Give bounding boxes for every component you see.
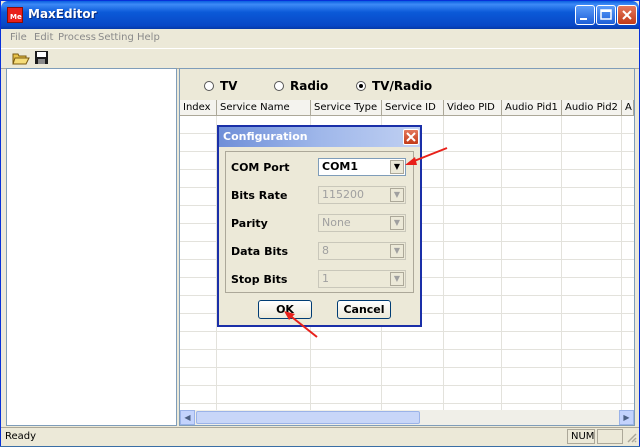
- grid-column-line: [561, 116, 562, 410]
- main-window: Me MaxEditor File Edit Process Setting H…: [0, 0, 640, 446]
- status-text: Ready: [5, 431, 37, 442]
- close-button[interactable]: [617, 5, 637, 25]
- window-title: MaxEditor: [28, 7, 97, 21]
- status-panel-empty: [597, 429, 623, 444]
- data-bits-select[interactable]: 8 ▼: [318, 242, 406, 260]
- maximize-button[interactable]: [596, 5, 616, 25]
- menu-bar: File Edit Process Setting Help: [1, 30, 639, 47]
- grid-header: Index Service Name Service Type Service …: [180, 100, 634, 116]
- channel-filter-group: TV Radio TV/Radio: [180, 69, 634, 100]
- parity-select[interactable]: None ▼: [318, 214, 406, 232]
- chevron-down-icon[interactable]: ▼: [390, 160, 404, 174]
- column-header-service-type[interactable]: Service Type: [311, 100, 382, 116]
- grid-column-line: [501, 116, 502, 410]
- open-folder-icon: [12, 53, 30, 65]
- chevron-down-icon[interactable]: ▼: [390, 272, 404, 286]
- radio-tv-radio-label: TV/Radio: [372, 79, 433, 93]
- grid-column-line: [443, 116, 444, 410]
- column-header-audio-pid2[interactable]: Audio Pid2: [562, 100, 622, 116]
- close-icon: [622, 10, 632, 20]
- radio-tv-radio-indicator: [356, 81, 366, 91]
- close-icon: [406, 132, 416, 142]
- radio-tv-radio[interactable]: TV/Radio: [356, 79, 432, 93]
- minimize-icon: [580, 18, 587, 20]
- menu-process[interactable]: Process: [58, 32, 96, 43]
- menu-file[interactable]: File: [10, 32, 27, 43]
- column-header-index[interactable]: Index: [180, 100, 217, 116]
- menu-help[interactable]: Help: [137, 32, 160, 43]
- ok-button[interactable]: OK: [258, 300, 312, 319]
- save-button[interactable]: [33, 50, 51, 66]
- minimize-button[interactable]: [575, 5, 595, 25]
- column-header-service-name[interactable]: Service Name: [217, 100, 311, 116]
- column-header-service-id[interactable]: Service ID: [382, 100, 444, 116]
- app-icon: Me: [7, 7, 23, 23]
- configuration-dialog: Configuration COM Port COM1 ▼ Bits Rate …: [217, 125, 422, 327]
- bits-rate-value: 115200: [322, 188, 364, 201]
- menu-setting[interactable]: Setting: [98, 32, 134, 43]
- column-header-audio-pid1[interactable]: Audio Pid1: [502, 100, 562, 116]
- title-bar[interactable]: Me MaxEditor: [1, 1, 639, 29]
- status-bar: Ready NUM: [1, 427, 639, 446]
- chevron-down-icon[interactable]: ▼: [390, 244, 404, 258]
- radio-tv[interactable]: TV: [204, 79, 237, 93]
- service-tree-pane[interactable]: [6, 68, 177, 426]
- com-port-value: COM1: [322, 160, 359, 173]
- stop-bits-select[interactable]: 1 ▼: [318, 270, 406, 288]
- num-lock-indicator: NUM: [567, 429, 595, 444]
- bits-rate-label: Bits Rate: [231, 189, 288, 202]
- horizontal-scrollbar[interactable]: ◀ ▶: [180, 410, 634, 425]
- radio-radio[interactable]: Radio: [274, 79, 328, 93]
- grid-column-line: [621, 116, 622, 410]
- radio-tv-indicator: [204, 81, 214, 91]
- radio-tv-label: TV: [220, 79, 238, 93]
- cancel-button[interactable]: Cancel: [337, 300, 391, 319]
- bits-rate-select[interactable]: 115200 ▼: [318, 186, 406, 204]
- com-port-select[interactable]: COM1 ▼: [318, 158, 406, 176]
- dialog-title-bar[interactable]: Configuration: [219, 127, 420, 147]
- maximize-icon: [600, 9, 612, 20]
- chevron-down-icon[interactable]: ▼: [390, 188, 404, 202]
- parity-label: Parity: [231, 217, 268, 230]
- com-port-label: COM Port: [231, 161, 290, 174]
- parity-value: None: [322, 216, 351, 229]
- scroll-thumb[interactable]: [196, 411, 420, 424]
- save-icon: [35, 51, 48, 64]
- toolbar: [1, 48, 639, 69]
- dialog-close-button[interactable]: [403, 129, 419, 145]
- radio-radio-indicator: [274, 81, 284, 91]
- data-bits-label: Data Bits: [231, 245, 289, 258]
- radio-radio-label: Radio: [290, 79, 329, 93]
- scroll-right-button[interactable]: ▶: [619, 410, 634, 425]
- chevron-down-icon[interactable]: ▼: [390, 216, 404, 230]
- scroll-left-button[interactable]: ◀: [180, 410, 195, 425]
- resize-grip-icon[interactable]: [625, 431, 637, 443]
- dialog-title: Configuration: [223, 130, 308, 143]
- column-header-video-pid[interactable]: Video PID: [444, 100, 502, 116]
- menu-edit[interactable]: Edit: [34, 32, 53, 43]
- stop-bits-value: 1: [322, 272, 329, 285]
- data-bits-value: 8: [322, 244, 329, 257]
- open-button[interactable]: [12, 50, 30, 66]
- stop-bits-label: Stop Bits: [231, 273, 288, 286]
- column-header-a[interactable]: A: [622, 100, 634, 116]
